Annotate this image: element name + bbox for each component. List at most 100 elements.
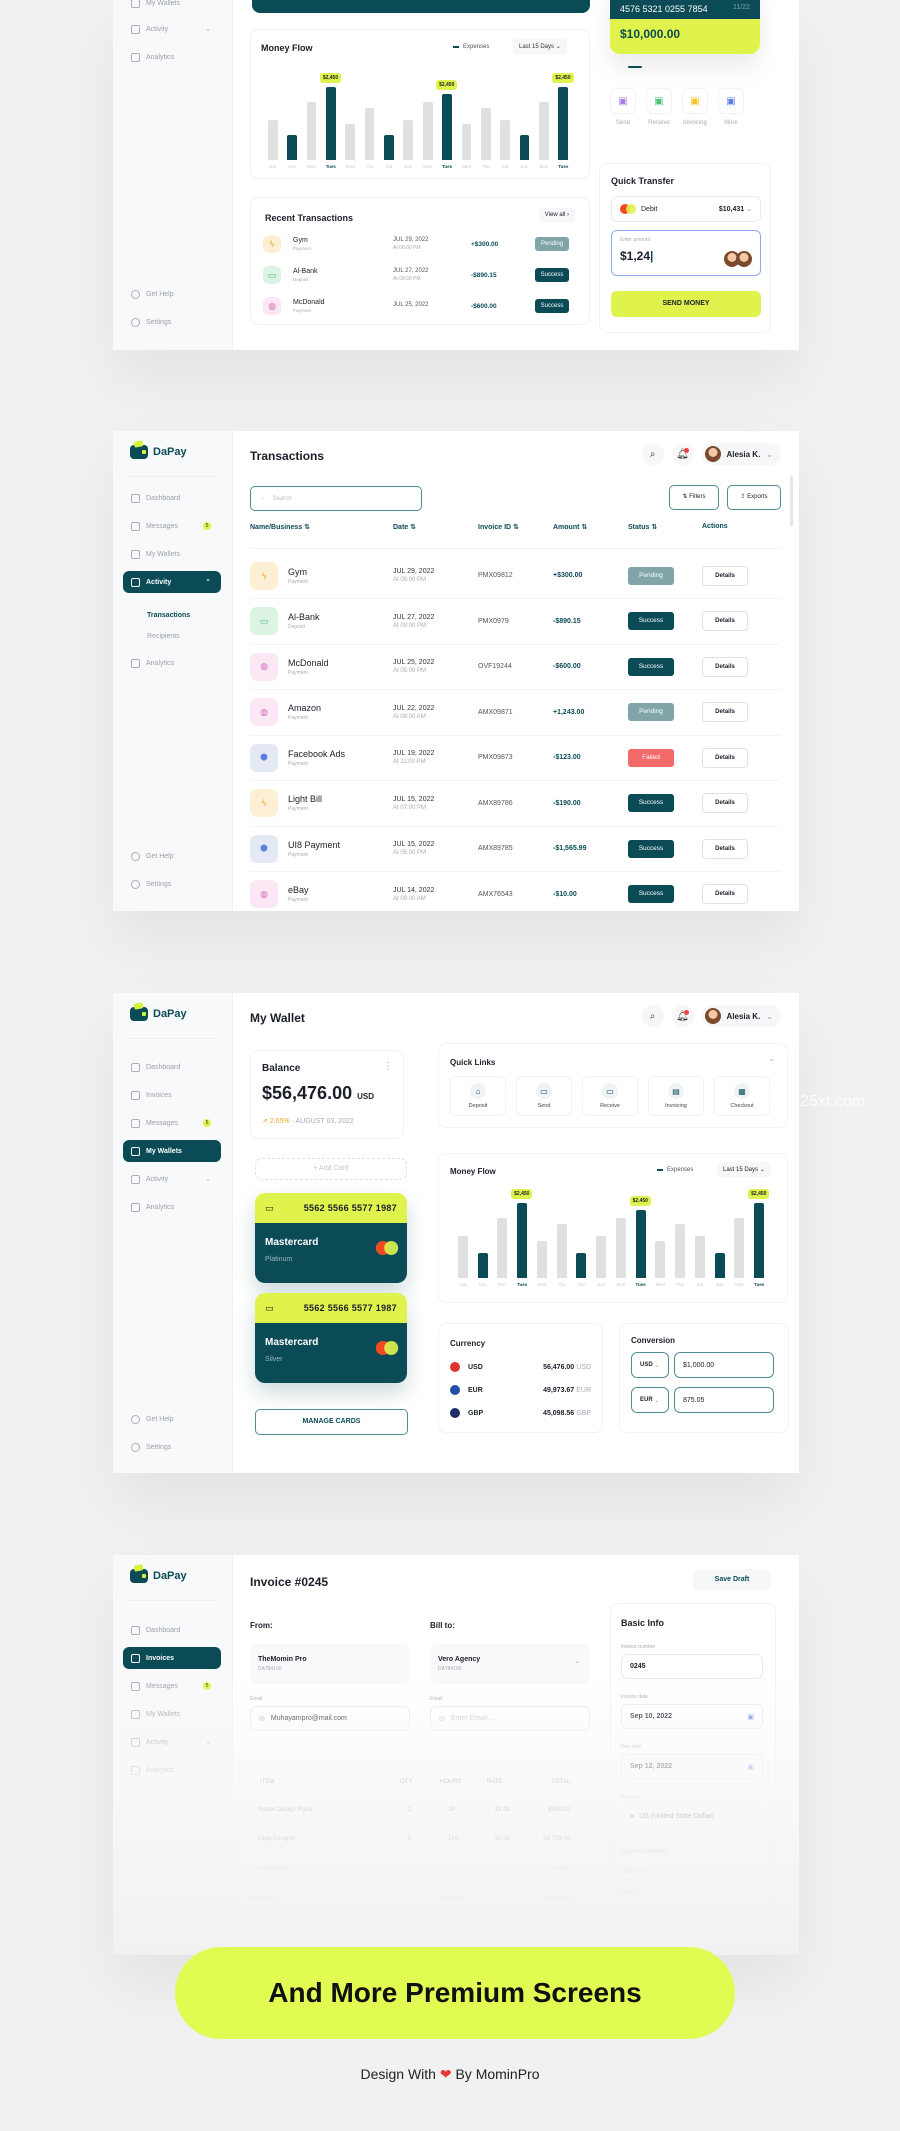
table-row[interactable]: ◍ McDonald Payment JUL 25, 2022 At 05:00 PM O…	[250, 644, 781, 690]
table-row[interactable]: ⬢ Facebook Ads Payment JUL 19, 2022 At 11:00…	[250, 735, 781, 781]
details-button[interactable]: Details	[702, 565, 748, 586]
sidebar-item-get-help[interactable]: Get Help	[123, 1408, 221, 1430]
sidebar-item-settings[interactable]: Settings	[123, 311, 221, 333]
filters-button[interactable]: ⇅ Filters	[669, 485, 719, 510]
bar[interactable]	[754, 1202, 765, 1278]
view-all-button[interactable]: View all ›	[538, 208, 575, 222]
sidebar-item-analytics[interactable]: Analytics	[123, 1196, 221, 1218]
more-icon[interactable]: ⋮	[383, 1061, 393, 1072]
sidebar-sub-recipients[interactable]: Recipients	[147, 633, 180, 640]
bar[interactable]	[461, 124, 472, 160]
range-select[interactable]: Last 15 Days ⌄	[513, 39, 567, 54]
sidebar-item-my-wallets[interactable]: My Wallets	[123, 1703, 221, 1725]
details-button[interactable]: Details	[702, 793, 748, 813]
bar[interactable]	[714, 1252, 725, 1278]
details-button[interactable]: Details	[702, 884, 748, 904]
sidebar-item-my-wallets[interactable]: My Wallets	[123, 1140, 221, 1162]
currency-select[interactable]: ● US (United State Dollar) ⌄	[621, 1804, 763, 1829]
bar[interactable]	[556, 1224, 567, 1278]
exports-button[interactable]: ⇪ Exports	[727, 485, 781, 510]
bar[interactable]	[615, 1218, 626, 1278]
details-button[interactable]: Details	[702, 747, 748, 768]
sidebar-item-my-wallets[interactable]: My Wallets	[123, 0, 221, 14]
bar[interactable]	[500, 119, 511, 160]
sidebar-item-messages[interactable]: Messages 5	[123, 1675, 221, 1697]
bar[interactable]	[477, 1252, 488, 1278]
transaction-row[interactable]: ▭ Al-Bank Deposit JUL 27, 2022 At 09:00 PM -$…	[263, 261, 577, 289]
action-receive[interactable]: ▣ Receive	[644, 88, 674, 126]
sidebar-item-invoices[interactable]: Invoices	[123, 1647, 221, 1669]
sidebar-item-activity[interactable]: Activity ⌃	[123, 571, 221, 593]
bar[interactable]	[480, 107, 491, 160]
action-invoicing[interactable]: ▣ Invoicing	[680, 88, 710, 126]
send-money-button[interactable]: SEND MONEY	[611, 291, 761, 317]
transaction-row[interactable]: ϟ Gym Payment JUL 29, 2022 At 08:00 PM +$300.…	[263, 230, 577, 258]
source-select[interactable]: Debit $10,431 ⌄	[611, 196, 761, 222]
details-button[interactable]: Details	[702, 611, 748, 631]
bar[interactable]	[422, 101, 433, 160]
col-amount[interactable]: Amount ⇅	[553, 523, 587, 531]
sidebar-item-dashboard[interactable]: Dashboard	[123, 1056, 221, 1078]
details-button[interactable]: Details	[702, 838, 748, 859]
sidebar-item-messages[interactable]: Messages 5	[123, 1112, 221, 1134]
col-invoice[interactable]: Invoice ID ⇅	[478, 523, 519, 531]
action-more[interactable]: ▣ More	[716, 88, 746, 126]
details-button[interactable]: Details	[702, 656, 748, 677]
col-status[interactable]: Status ⇅	[628, 523, 657, 531]
to-currency-select[interactable]: EUR ⌄	[631, 1387, 669, 1413]
notifications-button[interactable]: 🔔︎	[671, 1005, 694, 1027]
bar[interactable]	[694, 1236, 705, 1278]
sidebar-item-analytics[interactable]: Analytics	[123, 1759, 221, 1781]
col-date[interactable]: Date ⇅	[393, 523, 416, 531]
table-row[interactable]: ◍ Amazon Payment JUL 22, 2022 At 08:00 AM AMX…	[250, 690, 781, 736]
sidebar-item-get-help[interactable]: Get Help	[123, 845, 221, 867]
bill-to-email-input[interactable]: ✉ Enter Email ...	[430, 1706, 590, 1731]
bar[interactable]	[384, 135, 394, 160]
save-draft-button[interactable]: Save Draft	[693, 1569, 771, 1591]
bill-to-select[interactable]: Vero Agency DA784166 ⌄	[430, 1644, 590, 1684]
add-item-button[interactable]: Add Item	[250, 1896, 274, 1902]
bar[interactable]	[457, 1236, 468, 1278]
sidebar-item-dashboard[interactable]: Dashboard	[123, 1619, 221, 1641]
search-button[interactable]: ⌕	[641, 1005, 664, 1027]
table-row[interactable]: ▭ Al-Bank Deposit JUL 27, 2022 At 09:00 PM PM…	[250, 599, 781, 645]
bar[interactable]	[442, 94, 452, 160]
bar[interactable]	[539, 101, 549, 160]
from-currency-select[interactable]: USD ⌄	[631, 1352, 669, 1378]
sidebar-item-settings[interactable]: Settings	[123, 1436, 221, 1458]
bar[interactable]	[596, 1236, 607, 1278]
bar[interactable]	[655, 1241, 666, 1278]
sidebar-item-activity[interactable]: Activity ⌄	[123, 1731, 221, 1753]
transaction-row[interactable]: ◍ McDonald Payment JUL 25, 2022 -$600.00 Succ…	[263, 292, 577, 320]
table-row[interactable]: ϟ Gym Payment JUL 29, 2022 At 08:00 PM PMX098…	[250, 553, 781, 599]
bar[interactable]	[267, 119, 278, 160]
search-button[interactable]: ⌕	[641, 443, 664, 465]
sidebar-item-activity[interactable]: Activity ⌄	[123, 1168, 221, 1190]
item-row[interactable]: Logo Designs 5 140 $9.00 $8,789.00	[250, 1824, 570, 1853]
quick-link-invoicing[interactable]: ▤ Invoicing	[648, 1076, 704, 1116]
search-input[interactable]: ○ Search	[250, 486, 422, 511]
bar[interactable]	[287, 135, 297, 160]
sidebar-item-messages[interactable]: Messages 5	[123, 515, 221, 537]
action-send[interactable]: ▣ Send	[608, 88, 638, 126]
recipient-avatars[interactable]	[724, 251, 752, 267]
bar[interactable]	[345, 124, 356, 160]
col-name[interactable]: Name/Business ⇅	[250, 523, 310, 531]
invoice-date-input[interactable]: Sep 10, 2022 ▣	[621, 1704, 763, 1729]
quick-link-receive[interactable]: ▭ Receive	[582, 1076, 638, 1116]
bar[interactable]	[734, 1218, 745, 1278]
bar[interactable]	[364, 107, 375, 160]
collapse-icon[interactable]: ⌄	[768, 1054, 775, 1063]
table-row[interactable]: ◍ eBay Payment JUL 14, 2022 At 09:00 AM AMX76…	[250, 872, 781, 912]
details-button[interactable]: Details	[702, 702, 748, 722]
item-row[interactable]: Description 0 0 0 $0.00	[250, 1853, 570, 1882]
sidebar-item-analytics[interactable]: Analytics	[123, 46, 221, 68]
bar[interactable]	[675, 1224, 686, 1278]
sidebar-item-activity[interactable]: Activity ⌄	[123, 18, 221, 40]
bar[interactable]	[325, 86, 336, 160]
sidebar-item-get-help[interactable]: Get Help	[123, 283, 221, 305]
from-email-input[interactable]: ✉ Muhayampro@mail.com	[250, 1706, 410, 1731]
notifications-button[interactable]: 🔔︎	[671, 443, 694, 465]
bar[interactable]	[403, 119, 414, 160]
sidebar-item-settings[interactable]: Settings	[123, 873, 221, 895]
